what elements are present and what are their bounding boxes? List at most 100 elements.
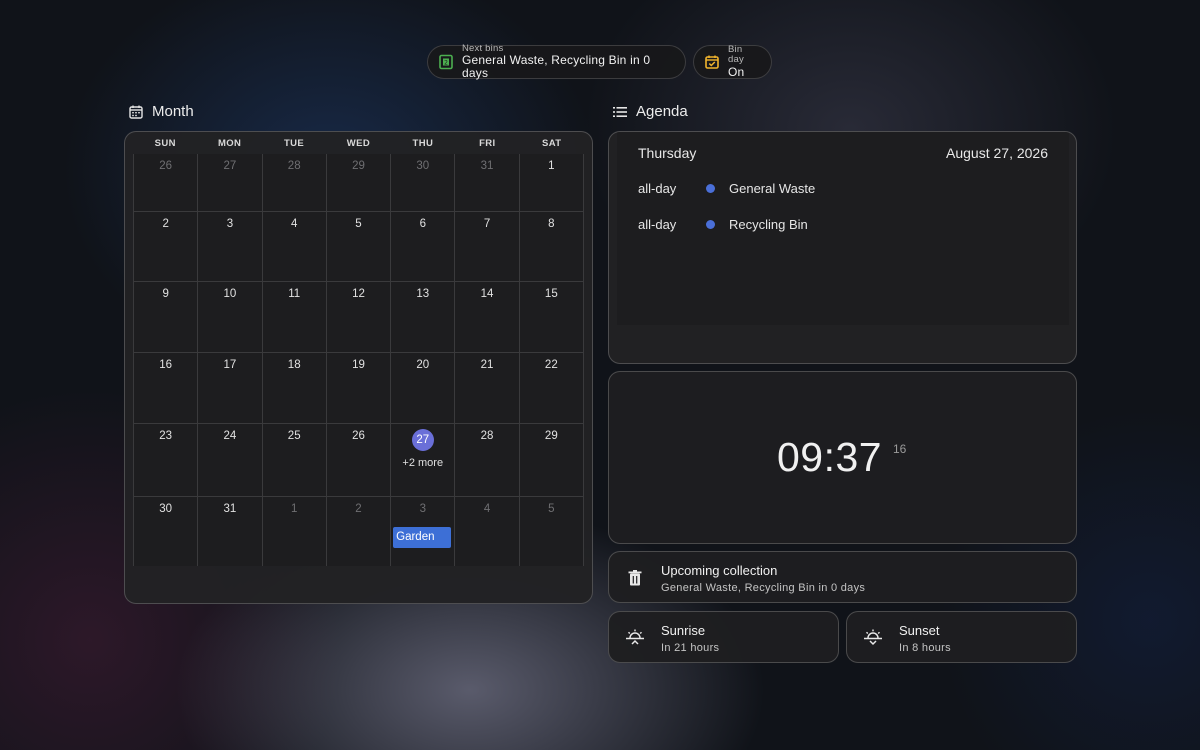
day-number: 28 xyxy=(480,430,494,442)
weekday-thu: THU xyxy=(412,138,434,149)
day-cell[interactable]: 30 xyxy=(391,154,456,211)
day-cell[interactable]: 4 xyxy=(262,212,327,281)
clock-time: 09:37 xyxy=(777,434,883,480)
day-number: 7 xyxy=(483,218,491,230)
day-cell[interactable]: 28 xyxy=(455,424,520,496)
week-row: 16 17 18 19 20 21 22 xyxy=(133,353,584,424)
sunset-icon xyxy=(864,629,882,646)
day-number: 18 xyxy=(287,359,301,371)
day-cell[interactable]: 11 xyxy=(262,282,327,352)
day-cell[interactable]: 2 xyxy=(133,212,199,281)
day-cell[interactable]: 15 xyxy=(519,282,584,352)
day-cell[interactable]: 27 xyxy=(198,154,263,211)
day-number: 22 xyxy=(544,359,558,371)
sunrise-title: Sunrise xyxy=(661,623,706,638)
week-row: 23 24 25 26 27 +2 more 28 29 xyxy=(133,424,584,497)
day-number: 8 xyxy=(548,218,555,230)
weekday-tue: TUE xyxy=(283,138,305,149)
weekday-header: SUN MON TUE WED THU FRI SAT xyxy=(133,134,584,154)
day-cell[interactable]: 21 xyxy=(455,353,520,423)
agenda-section-title: Agenda xyxy=(613,103,688,120)
day-cell[interactable]: 9 xyxy=(133,282,199,352)
upcoming-collection-subtitle: General Waste, Recycling Bin in 0 days xyxy=(661,582,866,594)
day-cell[interactable]: 12 xyxy=(326,282,392,352)
day-cell[interactable]: 3 xyxy=(198,212,263,281)
more-events-link[interactable]: +2 more xyxy=(391,457,454,469)
day-cell-today[interactable]: 27 +2 more xyxy=(391,424,456,496)
calendar-icon xyxy=(129,105,143,119)
next-bins-chip[interactable]: 2 Next bins General Waste, Recycling Bin… xyxy=(427,43,686,81)
day-cell[interactable]: 31 xyxy=(455,154,520,211)
clock-card: 09:37 16 xyxy=(608,371,1077,544)
day-cell[interactable]: 1 xyxy=(262,497,327,566)
day-cell[interactable]: 26 xyxy=(326,424,392,496)
bin-day-chip[interactable]: Bin day On xyxy=(693,44,772,79)
month-section-title: Month xyxy=(129,103,194,120)
day-cell[interactable]: 19 xyxy=(326,353,392,423)
day-cell[interactable]: 20 xyxy=(391,353,456,423)
day-cell[interactable]: 23 xyxy=(133,424,199,496)
day-cell[interactable]: 22 xyxy=(519,353,584,423)
weekday-mon: MON xyxy=(217,138,242,149)
day-cell[interactable]: 17 xyxy=(198,353,263,423)
day-number: 2 xyxy=(162,218,169,230)
day-number: 19 xyxy=(352,359,365,371)
day-number: 31 xyxy=(223,503,237,515)
day-cell[interactable]: 8 xyxy=(519,212,584,281)
trash-icon xyxy=(628,570,642,586)
agenda-title: Agenda xyxy=(636,103,688,120)
day-cell[interactable]: 2 xyxy=(326,497,392,566)
day-cell[interactable]: 29 xyxy=(519,424,584,496)
weekday-sat: SAT xyxy=(541,138,562,149)
day-cell[interactable]: 6 xyxy=(391,212,456,281)
day-number: 11 xyxy=(288,288,301,300)
day-number: 23 xyxy=(159,430,173,442)
weekday-sun: SUN xyxy=(154,138,176,149)
day-cell[interactable]: 26 xyxy=(133,154,199,211)
day-number: 4 xyxy=(291,218,298,230)
day-number: 30 xyxy=(416,160,430,172)
bin-day-value: On xyxy=(728,64,745,79)
day-number: 17 xyxy=(223,359,237,371)
day-cell[interactable]: 7 xyxy=(455,212,520,281)
bin-calendar-icon: 2 xyxy=(439,54,453,70)
month-grid: SUN MON TUE WED THU FRI SAT 26 27 28 29 … xyxy=(133,134,584,566)
day-cell[interactable]: 3 Garden xyxy=(391,497,456,566)
month-title: Month xyxy=(152,103,194,120)
day-cell[interactable]: 24 xyxy=(198,424,263,496)
day-cell[interactable]: 18 xyxy=(262,353,327,423)
agenda-item[interactable]: all-day Recycling Bin xyxy=(638,214,808,234)
day-cell[interactable]: 5 xyxy=(326,212,392,281)
week-row: 26 27 28 29 30 31 1 xyxy=(133,154,584,212)
day-number: 6 xyxy=(419,218,426,230)
sunset-tile[interactable]: Sunset In 8 hours xyxy=(846,611,1077,663)
day-number: 9 xyxy=(162,288,169,300)
day-cell[interactable]: 4 xyxy=(455,497,520,566)
day-cell[interactable]: 5 xyxy=(519,497,584,566)
upcoming-collection-title: Upcoming collection xyxy=(661,563,778,578)
day-cell[interactable]: 10 xyxy=(198,282,263,352)
day-cell[interactable]: 30 xyxy=(133,497,199,566)
day-number: 29 xyxy=(352,160,365,172)
day-cell[interactable]: 14 xyxy=(455,282,520,352)
day-cell[interactable]: 28 xyxy=(262,154,327,211)
weekday-fri: FRI xyxy=(479,138,496,149)
day-cell[interactable]: 25 xyxy=(262,424,327,496)
day-number: 27 xyxy=(223,160,237,172)
day-cell[interactable]: 29 xyxy=(326,154,392,211)
day-cell[interactable]: 1 xyxy=(519,154,584,211)
day-cell[interactable]: 13 xyxy=(391,282,456,352)
day-number: 4 xyxy=(483,503,491,515)
next-bins-value: General Waste, Recycling Bin in 0 days xyxy=(462,53,651,81)
day-number: 25 xyxy=(287,430,301,442)
day-cell[interactable]: 31 xyxy=(198,497,263,566)
sunrise-tile[interactable]: Sunrise In 21 hours xyxy=(608,611,839,663)
garden-event[interactable]: Garden xyxy=(393,527,452,548)
upcoming-collection-tile[interactable]: Upcoming collection General Waste, Recyc… xyxy=(608,551,1077,603)
list-icon xyxy=(613,106,627,117)
day-cell[interactable]: 16 xyxy=(133,353,199,423)
agenda-item[interactable]: all-day General Waste xyxy=(638,178,815,198)
day-number: 31 xyxy=(480,160,494,172)
agenda-item-time: all-day xyxy=(638,216,677,232)
day-number: 2 xyxy=(355,503,362,515)
